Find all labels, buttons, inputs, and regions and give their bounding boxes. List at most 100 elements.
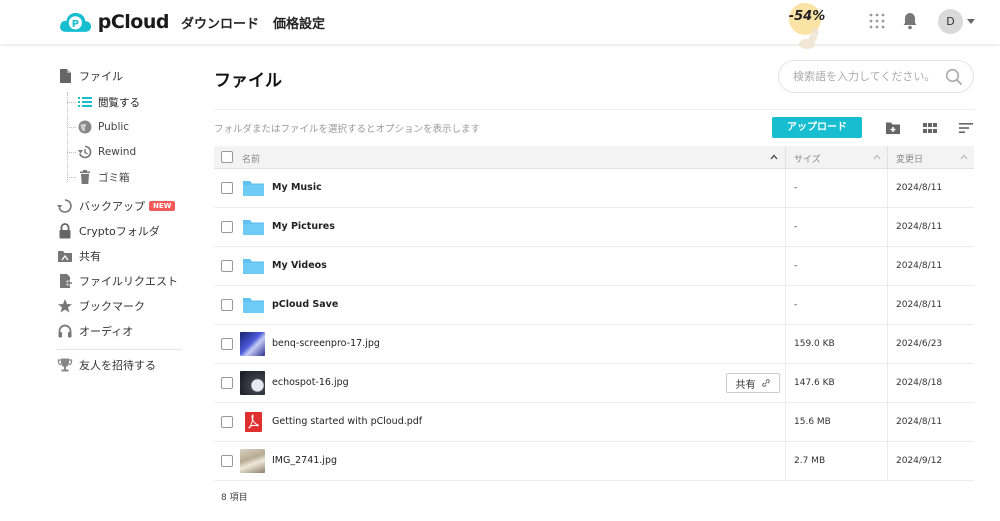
- image-thumbnail: [240, 371, 265, 395]
- row-name[interactable]: My Videos: [272, 260, 327, 271]
- sidebar-item-crypto[interactable]: Cryptoフォルダ: [57, 221, 160, 241]
- avatar[interactable]: D: [938, 9, 963, 34]
- file-request-icon: [60, 274, 72, 288]
- search-icon[interactable]: [945, 68, 963, 86]
- divider: [214, 109, 974, 110]
- star-icon: [58, 299, 72, 313]
- table-row[interactable]: benq-screenpro-17.jpg 159.0 KB 2024/6/23: [214, 325, 974, 364]
- row-checkbox[interactable]: [221, 260, 233, 272]
- new-badge: NEW: [149, 201, 176, 211]
- sidebar-file-request-label: ファイルリクエスト: [79, 275, 178, 288]
- column-size[interactable]: サイズ: [794, 152, 821, 165]
- sort-icon[interactable]: [958, 120, 974, 136]
- column-divider: [887, 364, 888, 403]
- folder-icon: [243, 181, 264, 196]
- sidebar-item-backup[interactable]: バックアップ NEW: [57, 196, 176, 216]
- row-size: -: [794, 222, 798, 232]
- row-name[interactable]: Getting started with pCloud.pdf: [272, 416, 422, 427]
- share-label: 共有: [735, 379, 756, 391]
- sidebar-item-files[interactable]: ファイル: [57, 66, 123, 86]
- row-name[interactable]: benq-screenpro-17.jpg: [272, 338, 380, 349]
- column-modified[interactable]: 変更日: [896, 152, 923, 165]
- select-all-checkbox[interactable]: [221, 151, 233, 163]
- table-row[interactable]: IMG_2741.jpg 2.7 MB 2024/9/12: [214, 442, 974, 481]
- sidebar-item-invite[interactable]: 友人を招待する: [57, 355, 156, 375]
- sort-up-icon[interactable]: [873, 154, 881, 160]
- sidebar-trash-label: ゴミ箱: [98, 171, 130, 184]
- sort-up-icon[interactable]: [960, 154, 968, 160]
- search-input[interactable]: [793, 70, 943, 83]
- row-date: 2024/9/12: [896, 456, 943, 466]
- column-divider: [785, 247, 786, 286]
- upload-button[interactable]: アップロード: [772, 117, 862, 138]
- sidebar-item-file-request[interactable]: ファイルリクエスト: [57, 271, 178, 291]
- row-checkbox[interactable]: [221, 299, 233, 311]
- nav-download[interactable]: ダウンロード: [181, 13, 259, 32]
- new-folder-icon[interactable]: [885, 120, 901, 136]
- promo-badge[interactable]: -54%: [783, 2, 831, 52]
- column-divider: [887, 442, 888, 481]
- column-name[interactable]: 名前: [242, 152, 260, 165]
- sidebar-crypto-label: Cryptoフォルダ: [79, 225, 160, 238]
- pcloud-logo[interactable]: P pCloud: [59, 7, 170, 37]
- backup-icon: [57, 199, 72, 213]
- row-name[interactable]: echospot-16.jpg: [272, 377, 349, 388]
- item-count: 8 項目: [221, 493, 248, 503]
- table-row[interactable]: My Pictures - 2024/8/11: [214, 208, 974, 247]
- bell-icon[interactable]: [902, 12, 918, 30]
- table-row[interactable]: pCloud Save - 2024/8/11: [214, 286, 974, 325]
- tree-line: [67, 92, 68, 182]
- row-checkbox[interactable]: [221, 221, 233, 233]
- row-name[interactable]: IMG_2741.jpg: [272, 455, 337, 466]
- tree-branch: [67, 127, 76, 128]
- trash-icon: [80, 170, 90, 184]
- sidebar-item-browse[interactable]: 閲覧する: [78, 92, 140, 112]
- svg-text:P: P: [72, 19, 79, 30]
- share-button[interactable]: 共有: [726, 373, 780, 393]
- sidebar-item-shared[interactable]: 共有: [57, 246, 101, 266]
- row-name[interactable]: pCloud Save: [272, 299, 338, 310]
- sidebar-bookmarks-label: ブックマーク: [79, 300, 145, 313]
- row-name[interactable]: My Pictures: [272, 221, 335, 232]
- rewind-clock-icon: [78, 145, 92, 159]
- sidebar-audio-label: オーディオ: [79, 325, 134, 338]
- table-row[interactable]: echospot-16.jpg 共有 147.6 KB 2024/8/18: [214, 364, 974, 403]
- table-row[interactable]: My Videos - 2024/8/11: [214, 247, 974, 286]
- list-icon: [78, 97, 92, 107]
- shared-folder-icon: [58, 251, 72, 262]
- row-size: -: [794, 183, 798, 193]
- row-checkbox[interactable]: [221, 338, 233, 350]
- pdf-icon: [245, 412, 262, 432]
- row-date: 2024/8/18: [896, 378, 943, 388]
- sidebar-rewind-label: Rewind: [98, 146, 137, 158]
- selection-hint: フォルダまたはファイルを選択するとオプションを表示します: [214, 124, 481, 135]
- sidebar-files-label: ファイル: [79, 70, 123, 83]
- column-divider: [785, 208, 786, 247]
- row-date: 2024/8/11: [896, 261, 943, 271]
- account-menu-caret-icon[interactable]: [967, 19, 975, 24]
- column-divider: [785, 146, 786, 169]
- sidebar-item-audio[interactable]: オーディオ: [57, 321, 133, 341]
- sidebar-item-bookmarks[interactable]: ブックマーク: [57, 296, 145, 316]
- row-name[interactable]: My Music: [272, 182, 322, 193]
- row-checkbox[interactable]: [221, 182, 233, 194]
- row-size: 159.0 KB: [794, 339, 835, 349]
- column-divider: [785, 325, 786, 364]
- nav-pricing[interactable]: 価格設定: [273, 13, 325, 32]
- row-checkbox[interactable]: [221, 377, 233, 389]
- column-divider: [785, 403, 786, 442]
- sidebar-shared-label: 共有: [79, 250, 101, 263]
- row-date: 2024/8/11: [896, 183, 943, 193]
- sort-up-icon[interactable]: [770, 154, 778, 160]
- search-box[interactable]: [778, 60, 974, 93]
- row-checkbox[interactable]: [221, 416, 233, 428]
- grid-view-icon[interactable]: [922, 120, 938, 136]
- logo-text: pCloud: [97, 11, 170, 33]
- sidebar-item-trash[interactable]: ゴミ箱: [78, 167, 130, 187]
- apps-grid-icon[interactable]: [869, 13, 885, 29]
- row-checkbox[interactable]: [221, 455, 233, 467]
- sidebar-item-public[interactable]: Public: [78, 117, 129, 137]
- table-row[interactable]: Getting started with pCloud.pdf 15.6 MB …: [214, 403, 974, 442]
- sidebar-item-rewind[interactable]: Rewind: [78, 142, 136, 162]
- table-row[interactable]: My Music - 2024/8/11: [214, 169, 974, 208]
